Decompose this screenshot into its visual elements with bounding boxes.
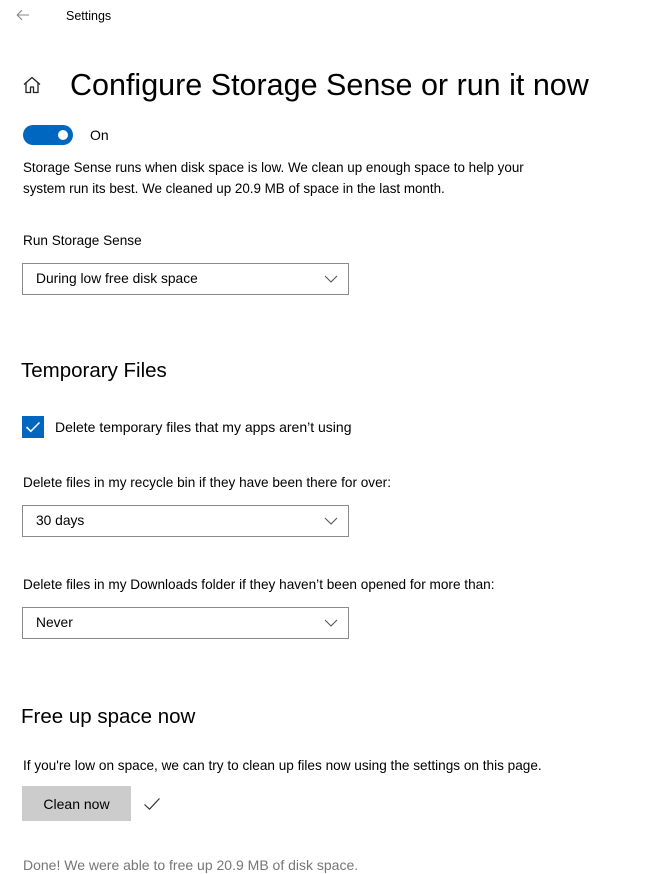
dropdown-value: During low free disk space xyxy=(36,271,198,286)
recycle-bin-label: Delete files in my recycle bin if they h… xyxy=(23,475,391,490)
downloads-folder-label: Delete files in my Downloads folder if t… xyxy=(23,577,495,592)
checkmark-icon xyxy=(144,797,160,810)
dropdown-value: Never xyxy=(36,615,73,630)
delete-temp-files-label: Delete temporary files that my apps aren… xyxy=(55,419,352,435)
title-bar: Settings xyxy=(0,0,653,34)
storage-sense-description: Storage Sense runs when disk space is lo… xyxy=(23,160,524,196)
recycle-bin-dropdown[interactable]: 30 days xyxy=(22,505,349,537)
delete-temp-files-checkbox[interactable] xyxy=(22,416,44,438)
checkmark-icon xyxy=(25,421,41,433)
clean-now-row: Clean now xyxy=(22,786,161,821)
clean-now-button[interactable]: Clean now xyxy=(22,786,131,821)
delete-temp-files-checkbox-row[interactable]: Delete temporary files that my apps aren… xyxy=(22,416,351,438)
clean-status-text: Done! We were able to free up 20.9 MB of… xyxy=(23,857,359,873)
back-arrow-icon xyxy=(16,9,29,21)
free-up-space-description: If you're low on space, we can try to cl… xyxy=(23,758,542,773)
page-header: Configure Storage Sense or run it now xyxy=(22,60,589,110)
home-icon xyxy=(22,75,42,95)
temporary-files-heading: Temporary Files xyxy=(21,359,167,382)
storage-sense-toggle-row: On xyxy=(23,125,109,145)
page-title: Configure Storage Sense or run it now xyxy=(70,67,589,102)
downloads-folder-dropdown[interactable]: Never xyxy=(22,607,349,639)
chevron-down-icon xyxy=(324,517,338,525)
chevron-down-icon xyxy=(324,619,338,627)
toggle-state-label: On xyxy=(90,127,109,143)
chevron-down-icon xyxy=(324,275,338,283)
run-storage-sense-label: Run Storage Sense xyxy=(23,233,142,248)
free-up-space-heading: Free up space now xyxy=(21,705,196,728)
toggle-knob xyxy=(58,130,68,140)
storage-sense-toggle[interactable] xyxy=(23,125,73,145)
dropdown-value: 30 days xyxy=(36,513,85,528)
app-title: Settings xyxy=(66,9,112,23)
run-storage-sense-dropdown[interactable]: During low free disk space xyxy=(22,263,349,295)
back-button[interactable] xyxy=(12,6,34,26)
